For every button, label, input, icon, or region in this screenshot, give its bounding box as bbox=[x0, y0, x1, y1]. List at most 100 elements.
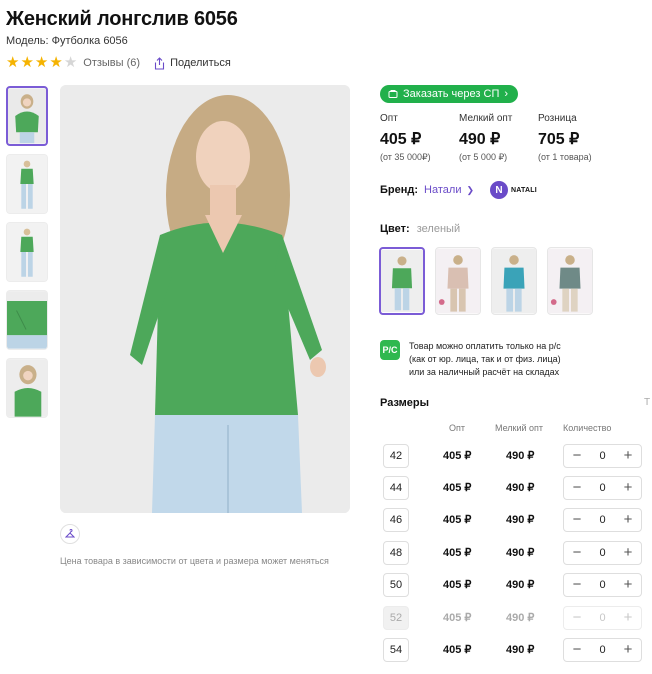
brand-logo[interactable]: N bbox=[490, 181, 509, 199]
thumbnail-5[interactable] bbox=[6, 358, 48, 418]
thumbnail-list bbox=[6, 86, 48, 418]
brand-label: Бренд: bbox=[380, 184, 419, 196]
size-chart-button[interactable] bbox=[60, 524, 80, 544]
size-row: 50 405 ₽ 490 ₽ − 0 + bbox=[383, 573, 643, 597]
minus-button: − bbox=[572, 609, 582, 626]
price-small-opt: 490 ₽ bbox=[506, 482, 535, 494]
star-icon: ★ bbox=[6, 54, 20, 71]
size-table-link[interactable]: Т bbox=[644, 397, 650, 408]
quantity-stepper: − 0 + bbox=[563, 573, 642, 597]
payment-text: Товар можно оплатить только на р/с (как … bbox=[409, 340, 609, 379]
size-row: 42 405 ₽ 490 ₽ − 0 + bbox=[383, 444, 643, 468]
quantity-value[interactable]: 0 bbox=[599, 482, 605, 494]
order-sp-label: Заказать через СП bbox=[403, 88, 500, 100]
price-label: Розница bbox=[538, 113, 577, 124]
price-small-opt: 490 ₽ bbox=[506, 547, 535, 559]
color-swatch-green[interactable] bbox=[379, 247, 425, 315]
quantity-value[interactable]: 0 bbox=[599, 579, 605, 591]
plus-button: + bbox=[623, 609, 633, 626]
color-swatches bbox=[379, 247, 593, 315]
price-opt: 405 ₽ bbox=[443, 482, 472, 494]
quantity-value[interactable]: 0 bbox=[599, 450, 605, 462]
color-swatch-grey[interactable] bbox=[547, 247, 593, 315]
price-small-opt: 490 ₽ bbox=[506, 514, 535, 526]
share-label: Поделиться bbox=[170, 57, 231, 69]
plus-button[interactable]: + bbox=[622, 543, 634, 563]
price-condition: (от 1 товара) bbox=[538, 152, 592, 162]
payment-line: (как от юр. лица, так и от физ. лица) bbox=[409, 354, 561, 364]
thumbnail-2[interactable] bbox=[6, 154, 48, 214]
minus-button[interactable]: − bbox=[571, 575, 583, 595]
plus-button[interactable]: + bbox=[622, 510, 634, 530]
price-tier-retail: Розница 705 ₽ (от 1 товара) bbox=[538, 113, 617, 163]
quantity-value[interactable]: 0 bbox=[599, 644, 605, 656]
minus-button[interactable]: − bbox=[571, 543, 583, 563]
price-value: 490 ₽ bbox=[459, 131, 501, 148]
minus-button[interactable]: − bbox=[571, 510, 583, 530]
quantity-value: 0 bbox=[599, 612, 606, 624]
quantity-stepper: − 0 + bbox=[563, 541, 642, 565]
color-value: зеленый bbox=[416, 223, 461, 235]
size-button[interactable]: 48 bbox=[383, 541, 409, 565]
minus-button[interactable]: − bbox=[571, 640, 583, 660]
price-small-opt: 490 ₽ bbox=[506, 612, 535, 624]
reviews-link[interactable]: Отзывы (6) bbox=[83, 57, 140, 69]
star-icon: ★ bbox=[49, 54, 63, 71]
minus-button[interactable]: − bbox=[571, 446, 583, 466]
brand-link[interactable]: Натали bbox=[424, 184, 461, 196]
payment-line: или за наличный расчёт на складах bbox=[409, 367, 560, 377]
price-tier-opt: Опт 405 ₽ (от 35 000₽) bbox=[380, 113, 459, 163]
price-small-opt: 490 ₽ bbox=[506, 579, 535, 591]
size-button[interactable]: 42 bbox=[383, 444, 409, 468]
size-row: 46 405 ₽ 490 ₽ − 0 + bbox=[383, 508, 643, 532]
column-header-opt: Опт bbox=[449, 423, 465, 433]
rating-stars: ★ ★ ★ ★ ★ bbox=[6, 55, 77, 71]
price-small-opt: 490 ₽ bbox=[506, 644, 535, 656]
plus-button[interactable]: + bbox=[622, 575, 634, 595]
star-icon: ★ bbox=[34, 54, 49, 71]
main-product-photo[interactable] bbox=[60, 85, 350, 513]
thumbnail-3[interactable] bbox=[6, 222, 48, 282]
quantity-stepper: − 0 + bbox=[563, 638, 642, 662]
price-opt: 405 ₽ bbox=[443, 450, 472, 462]
quantity-stepper: − 0 + bbox=[563, 508, 642, 532]
price-value: 405 ₽ bbox=[380, 131, 422, 148]
payment-account-icon: Р/С bbox=[380, 340, 400, 360]
color-swatch-teal[interactable] bbox=[491, 247, 537, 315]
price-value: 705 ₽ bbox=[538, 131, 580, 148]
chevron-right-icon: › bbox=[504, 88, 509, 100]
size-button[interactable]: 50 bbox=[383, 573, 409, 597]
plus-button[interactable]: + bbox=[622, 478, 634, 498]
column-header-quantity: Количество bbox=[563, 423, 612, 433]
star-icon: ★ bbox=[20, 54, 34, 71]
plus-button[interactable]: + bbox=[622, 640, 634, 660]
size-row: 44 405 ₽ 490 ₽ − 0 + bbox=[383, 476, 643, 500]
minus-button[interactable]: − bbox=[571, 478, 583, 498]
size-button[interactable]: 46 bbox=[383, 508, 409, 532]
price-opt: 405 ₽ bbox=[443, 547, 472, 559]
price-small-opt: 490 ₽ bbox=[506, 450, 535, 462]
price-tiers: Опт 405 ₽ (от 35 000₽) Мелкий опт 490 ₽ … bbox=[380, 113, 617, 163]
quantity-value[interactable]: 0 bbox=[599, 547, 605, 559]
payment-line: Товар можно оплатить только на р/с bbox=[409, 341, 561, 351]
size-row-unavailable: 52 405 ₽ 490 ₽ − 0 + bbox=[383, 606, 643, 630]
order-sp-button[interactable]: Заказать через СП › bbox=[380, 85, 519, 103]
quantity-value[interactable]: 0 bbox=[599, 514, 605, 526]
thumbnail-1[interactable] bbox=[6, 86, 48, 146]
thumbnail-4[interactable] bbox=[6, 290, 48, 350]
column-header-small-opt: Мелкий опт bbox=[495, 423, 544, 433]
price-condition: (от 35 000₽) bbox=[380, 152, 431, 162]
size-button: 52 bbox=[383, 606, 409, 630]
size-button[interactable]: 54 bbox=[383, 638, 409, 662]
rating-row: ★ ★ ★ ★ ★ Отзывы (6) Поделиться bbox=[6, 55, 231, 71]
price-opt: 405 ₽ bbox=[443, 579, 472, 591]
price-opt: 405 ₽ bbox=[443, 612, 472, 624]
size-row: 48 405 ₽ 490 ₽ − 0 + bbox=[383, 541, 643, 565]
brand-logo-text: NATALI bbox=[511, 186, 537, 194]
quantity-stepper: − 0 + bbox=[563, 444, 642, 468]
star-empty-icon: ★ bbox=[63, 54, 78, 71]
color-swatch-beige[interactable] bbox=[435, 247, 481, 315]
plus-button[interactable]: + bbox=[622, 446, 634, 466]
share-button[interactable]: Поделиться bbox=[154, 56, 231, 70]
size-button[interactable]: 44 bbox=[383, 476, 409, 500]
